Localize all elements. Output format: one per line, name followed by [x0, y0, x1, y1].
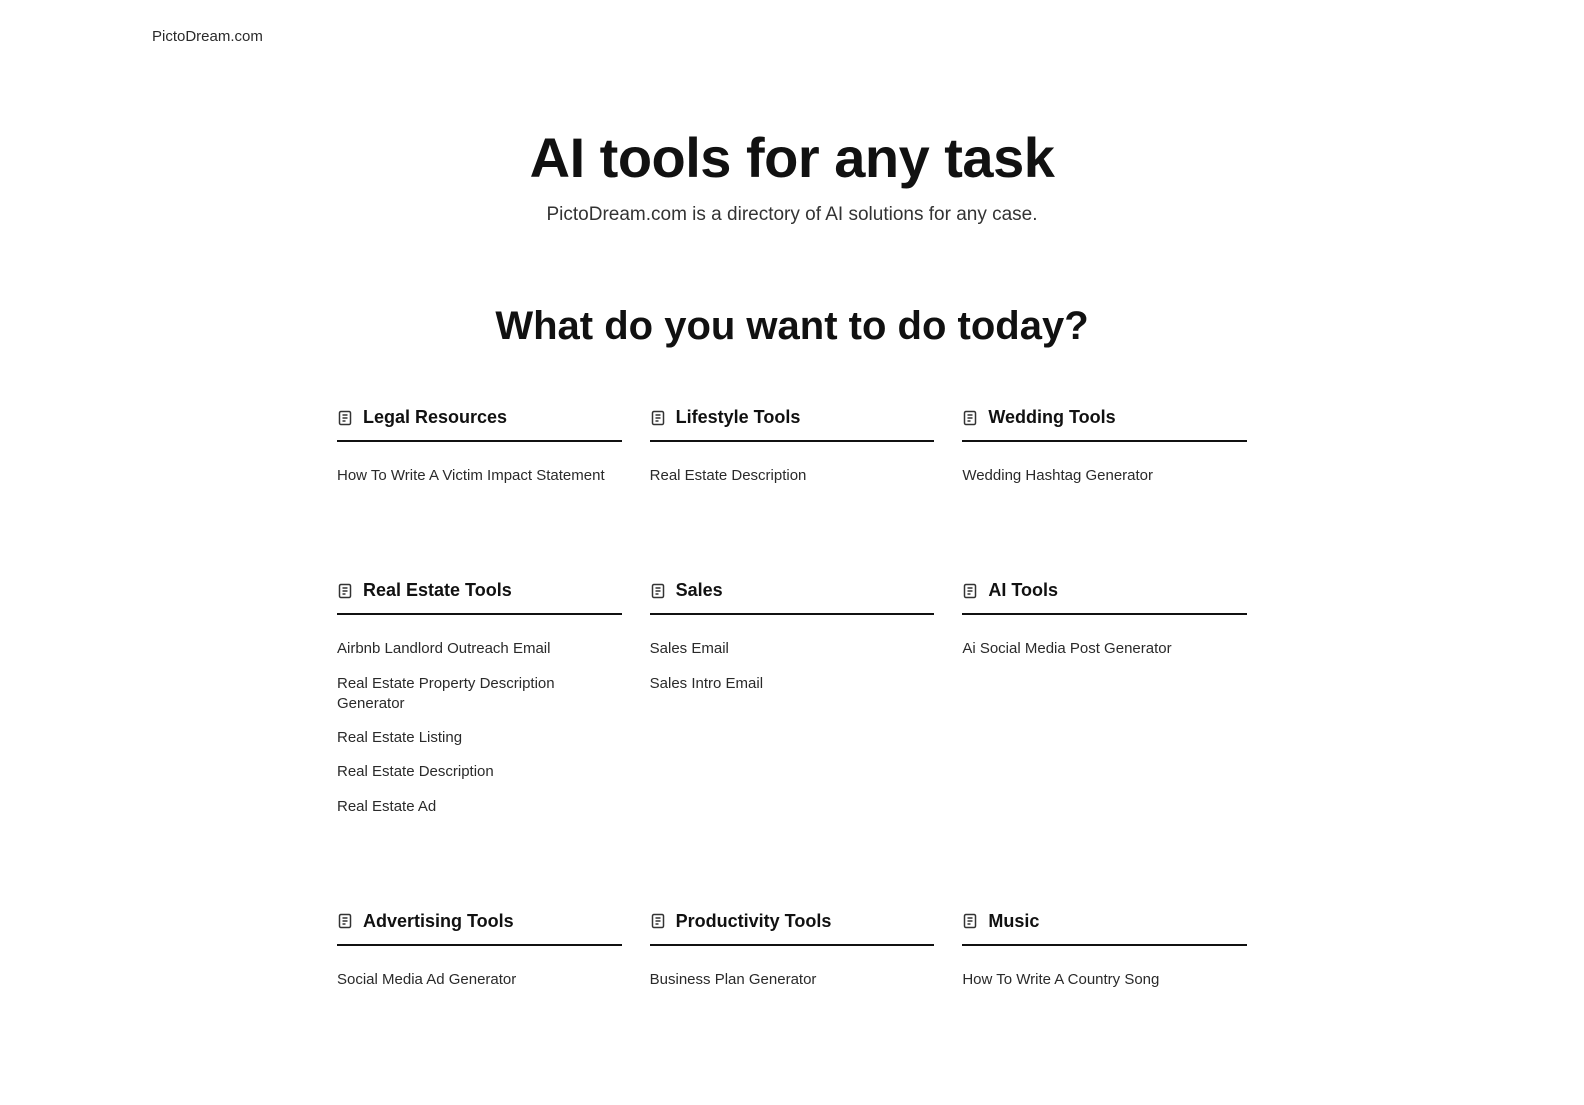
category-header: Music — [962, 911, 1247, 946]
list-item[interactable]: How To Write A Country Song — [962, 966, 1247, 994]
section-heading: What do you want to do today? — [192, 304, 1392, 349]
category-header: Lifestyle Tools — [650, 407, 935, 442]
category-title: Productivity Tools — [676, 911, 832, 932]
document-icon — [962, 583, 978, 599]
document-icon — [962, 913, 978, 929]
category-header: Sales — [650, 580, 935, 615]
list-item[interactable]: Sales Email — [650, 635, 935, 663]
category-header: Wedding Tools — [962, 407, 1247, 442]
category-card: Real Estate Tools Airbnb Landlord Outreac… — [337, 580, 622, 821]
category-header: AI Tools — [962, 580, 1247, 615]
list-item[interactable]: How To Write A Victim Impact Statement — [337, 462, 622, 490]
list-item[interactable]: Real Estate Description — [650, 462, 935, 490]
category-header: Real Estate Tools — [337, 580, 622, 615]
list-item[interactable]: Real Estate Listing — [337, 724, 622, 752]
list-item[interactable]: Wedding Hashtag Generator — [962, 462, 1247, 490]
page-subtitle: PictoDream.com is a directory of AI solu… — [192, 204, 1392, 226]
category-links: How To Write A Country Song — [962, 966, 1247, 994]
category-title: Real Estate Tools — [363, 580, 512, 601]
document-icon — [650, 583, 666, 599]
document-icon — [650, 410, 666, 426]
category-links: Ai Social Media Post Generator — [962, 635, 1247, 663]
list-item[interactable]: Sales Intro Email — [650, 670, 935, 698]
category-title: Music — [988, 911, 1039, 932]
category-links: Wedding Hashtag Generator — [962, 462, 1247, 490]
category-title: Advertising Tools — [363, 911, 514, 932]
category-header: Productivity Tools — [650, 911, 935, 946]
list-item[interactable]: Real Estate Property Description Generat… — [337, 670, 622, 719]
page-title: AI tools for any task — [192, 125, 1392, 190]
document-icon — [650, 913, 666, 929]
category-card: Advertising Tools Social Media Ad Generat… — [337, 911, 622, 994]
category-card: Sales Sales Email Sales Intro Email — [650, 580, 935, 821]
document-icon — [962, 410, 978, 426]
document-icon — [337, 583, 353, 599]
category-links: How To Write A Victim Impact Statement — [337, 462, 622, 490]
category-card: Wedding Tools Wedding Hashtag Generator — [962, 407, 1247, 490]
list-item[interactable]: Ai Social Media Post Generator — [962, 635, 1247, 663]
category-card: Legal Resources How To Write A Victim Imp… — [337, 407, 622, 490]
document-icon — [337, 410, 353, 426]
category-title: Lifestyle Tools — [676, 407, 801, 428]
list-item[interactable]: Airbnb Landlord Outreach Email — [337, 635, 622, 663]
category-links: Airbnb Landlord Outreach Email Real Estat… — [337, 635, 622, 821]
document-icon — [337, 913, 353, 929]
category-card: Productivity Tools Business Plan Generato… — [650, 911, 935, 994]
category-header: Legal Resources — [337, 407, 622, 442]
list-item[interactable]: Real Estate Description — [337, 758, 622, 786]
category-links: Social Media Ad Generator — [337, 966, 622, 994]
category-title: Legal Resources — [363, 407, 507, 428]
list-item[interactable]: Social Media Ad Generator — [337, 966, 622, 994]
list-item[interactable]: Business Plan Generator — [650, 966, 935, 994]
category-title: Wedding Tools — [988, 407, 1115, 428]
category-card: Music How To Write A Country Song — [962, 911, 1247, 994]
category-links: Business Plan Generator — [650, 966, 935, 994]
category-links: Sales Email Sales Intro Email — [650, 635, 935, 698]
category-card: Lifestyle Tools Real Estate Description — [650, 407, 935, 490]
brand-logo[interactable]: PictoDream.com — [0, 0, 1584, 45]
category-header: Advertising Tools — [337, 911, 622, 946]
category-grid: Legal Resources How To Write A Victim Imp… — [337, 407, 1247, 994]
category-card: AI Tools Ai Social Media Post Generator — [962, 580, 1247, 821]
category-title: AI Tools — [988, 580, 1058, 601]
list-item[interactable]: Real Estate Ad — [337, 793, 622, 821]
category-links: Real Estate Description — [650, 462, 935, 490]
category-title: Sales — [676, 580, 723, 601]
